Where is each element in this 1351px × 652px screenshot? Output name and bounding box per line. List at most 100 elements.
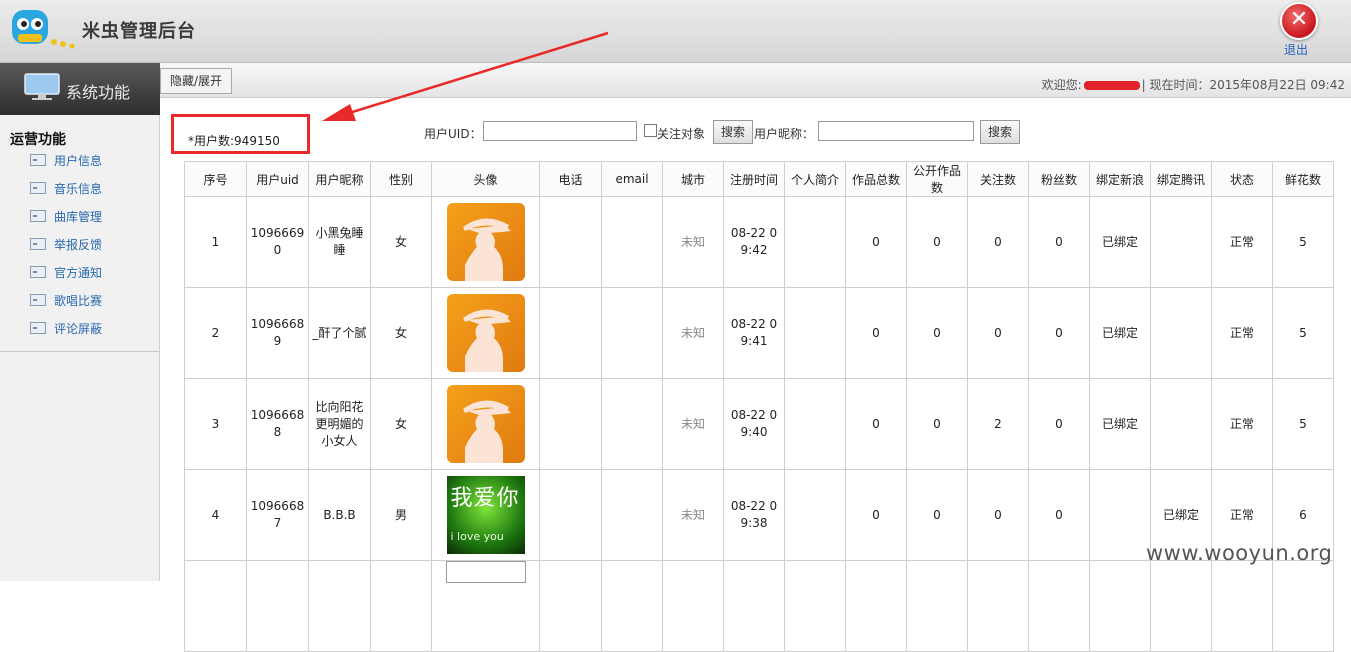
woman-silhouette-icon [462,218,511,281]
table-cell-phone [539,560,602,652]
uid-input[interactable] [483,121,637,141]
table-cell-city: 未知 [662,378,724,470]
table-cell-fans [1028,560,1090,652]
table-cell-fans: 0 [1028,287,1090,379]
column-header: 粉丝数 [1028,161,1090,197]
michong-logo-icon [12,10,75,49]
table-cell-tencent [1150,560,1212,652]
user-count-highlight: *用户数:949150 [171,114,310,154]
column-header: 用户昵称 [308,161,371,197]
table-cell-bio [784,560,846,652]
avatar-cell [431,196,540,288]
sidebar: 运营功能 用户信息 音乐信息 曲库管理 举报反馈 官方通知 歌唱比赛 评论屏蔽 [0,115,160,581]
sidebar-item-reports[interactable]: 举报反馈 [30,235,150,253]
table-cell-bio [784,378,846,470]
column-header: 性别 [370,161,432,197]
search-uid-button[interactable]: 搜索 [713,120,753,144]
table-cell-phone [539,287,602,379]
current-time: | 现在时间：2015年08月22日 09:42 [1141,78,1345,92]
table-cell-works: 0 [845,196,907,288]
table-cell-reg: 08-22 09:41 [723,287,785,379]
table-cell-public-works: 0 [906,378,968,470]
app-title: 米虫管理后台 [82,21,196,42]
table-cell-city: 未知 [662,287,724,379]
table-cell-follows [967,560,1029,652]
table-cell-flowers: 5 [1272,378,1334,470]
table-cell-email [601,469,663,561]
uid-label: 用户UID： [424,127,482,141]
table-cell-works [845,560,907,652]
redacted-username [1083,81,1140,90]
toggle-sidebar-button[interactable]: 隐藏/展开 [160,68,232,94]
table-cell-no: 1 [184,196,247,288]
avatar-cell [431,287,540,379]
avatar-image [446,294,525,372]
table-cell-tencent [1150,287,1212,379]
table-cell-no [184,560,247,652]
sidebar-item-library[interactable]: 曲库管理 [30,207,150,225]
table-cell-email [601,560,663,652]
table-cell-public-works: 0 [906,196,968,288]
table-cell-city: 未知 [662,469,724,561]
table-cell-phone [539,469,602,561]
table-cell-status: 正常 [1211,196,1273,288]
column-header: 状态 [1211,161,1273,197]
logout-link[interactable]: 退出 [1284,41,1308,58]
avatar-cell [431,560,540,652]
column-header: 公开作品数 [906,161,968,197]
table-cell-city: 未知 [662,196,724,288]
logout-button[interactable]: ✕ [1280,2,1318,40]
sidebar-item-user-info[interactable]: 用户信息 [30,151,150,169]
search-nickname-button[interactable]: 搜索 [980,120,1020,144]
sidebar-item-label: 举报反馈 [54,238,103,252]
table-cell-follows: 0 [967,469,1029,561]
table-cell-no: 4 [184,469,247,561]
woman-silhouette-icon [462,400,511,463]
column-header: 城市 [662,161,724,197]
column-header: 作品总数 [845,161,907,197]
watermark: www.wooyun.org [1146,541,1333,565]
table-cell-fans: 0 [1028,196,1090,288]
table-cell-flowers [1272,560,1334,652]
table-cell-flowers: 5 [1272,287,1334,379]
sidebar-item-music-info[interactable]: 音乐信息 [30,179,150,197]
menu-item-icon [30,154,46,166]
sidebar-item-notices[interactable]: 官方通知 [30,263,150,281]
table-cell-public-works [906,560,968,652]
menu-item-icon [30,294,46,306]
nickname-input[interactable] [818,121,974,141]
sidebar-item-label: 曲库管理 [54,210,103,224]
follow-checkbox[interactable] [644,124,657,137]
table-cell-reg: 08-22 09:42 [723,196,785,288]
table-cell-sina: 已绑定 [1089,287,1151,379]
table-cell-follows: 0 [967,196,1029,288]
table-cell-city [662,560,724,652]
table-cell-works: 0 [845,287,907,379]
table-cell-uid [246,560,309,652]
table-cell-nick: 小黑兔睡睡 [308,196,371,288]
table-cell-status [1211,560,1273,652]
column-header: 绑定腾讯 [1150,161,1212,197]
sidebar-divider [0,351,159,352]
table-cell-sina [1089,469,1151,561]
column-header: 电话 [539,161,602,197]
table-cell-status: 正常 [1211,287,1273,379]
sidebar-item-contests[interactable]: 歌唱比赛 [30,291,150,309]
sidebar-item-label: 音乐信息 [54,182,103,196]
column-header: 绑定新浪 [1089,161,1151,197]
table-cell-status: 正常 [1211,378,1273,470]
sidebar-item-comment-block[interactable]: 评论屏蔽 [30,319,150,337]
user-count: *用户数:949150 [188,134,280,148]
table-cell-email [601,287,663,379]
header-bar: 米虫管理后台 ✕ 退出 [0,0,1351,63]
table-cell-nick: _酐了个腻 [308,287,371,379]
table-row: 2 10966689 _酐了个腻女未知 08-22 09:41 0 0 0 0 已绑定 正常 5 [184,287,1334,379]
table-cell-sina [1089,560,1151,652]
table-cell-works: 0 [845,469,907,561]
sidebar-section-title: 运营功能 [10,132,66,148]
table-row: 3 10966688 比向阳花更明媚的小女人女未知 08-22 09:40 0 0 2 0 已绑… [184,378,1334,470]
welcome-prefix: 欢迎您: [1041,78,1082,92]
sidebar-item-label: 评论屏蔽 [54,322,103,336]
menu-item-icon [30,182,46,194]
column-header: 个人简介 [784,161,846,197]
